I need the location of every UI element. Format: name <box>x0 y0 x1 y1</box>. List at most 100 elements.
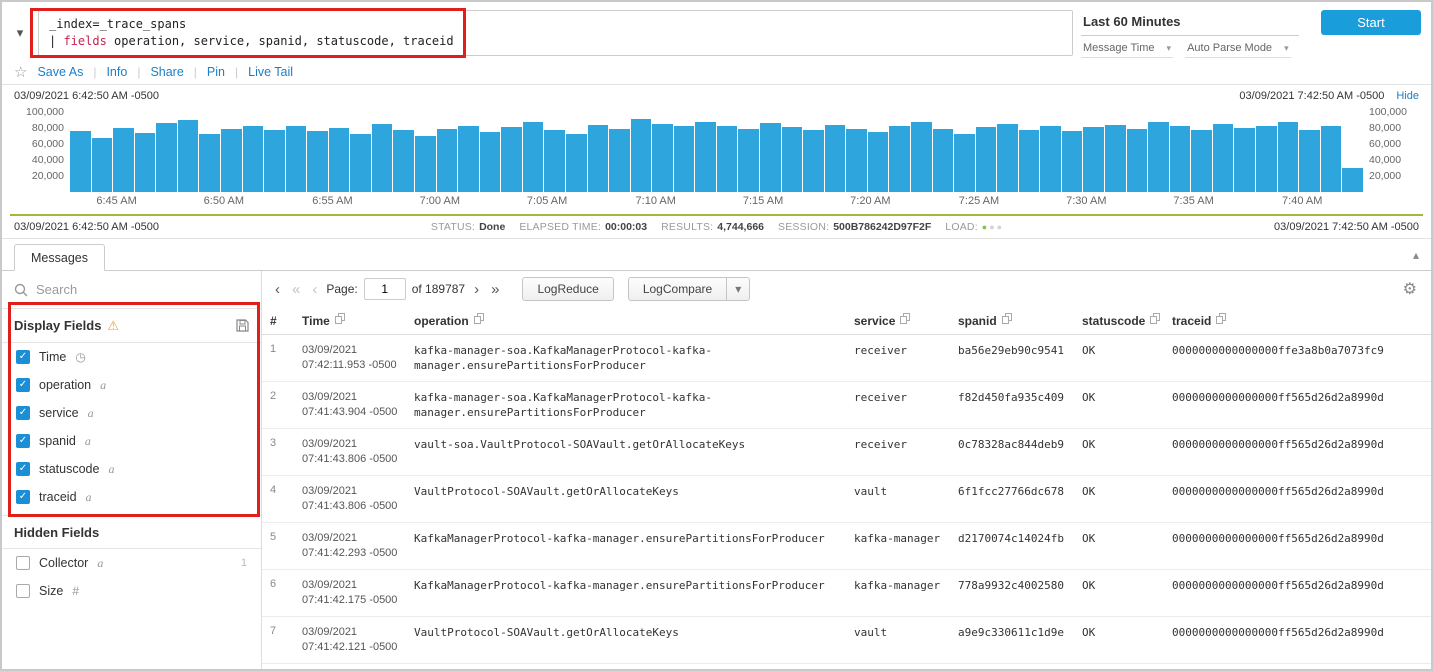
histogram-bar[interactable] <box>1278 122 1299 192</box>
histogram-bar[interactable] <box>1191 130 1212 192</box>
histogram-bar[interactable] <box>1083 127 1104 192</box>
histogram-bar[interactable] <box>1170 126 1191 192</box>
histogram-bar[interactable] <box>889 126 910 192</box>
histogram-bar[interactable] <box>1234 128 1255 192</box>
field-row-operation[interactable]: ✓operationa <box>2 371 261 399</box>
copy-icon[interactable] <box>1216 313 1226 327</box>
first-page-icon[interactable]: « <box>289 282 303 297</box>
copy-icon[interactable] <box>1150 313 1160 327</box>
checkbox-checked-icon[interactable]: ✓ <box>16 350 30 364</box>
histogram-bar[interactable] <box>782 127 803 192</box>
checkbox-checked-icon[interactable]: ✓ <box>16 462 30 476</box>
histogram-bar[interactable] <box>652 124 673 192</box>
histogram-bar[interactable] <box>372 124 393 192</box>
histogram-bar[interactable] <box>566 134 587 192</box>
histogram-bar[interactable] <box>846 129 867 192</box>
histogram-bar[interactable] <box>307 131 328 192</box>
field-search-input[interactable] <box>36 282 249 297</box>
message-time-select[interactable]: Message Time▾ <box>1081 41 1173 58</box>
histogram-bar[interactable] <box>199 134 220 192</box>
prev-page-icon[interactable]: ‹ <box>309 282 320 297</box>
histogram-bar[interactable] <box>717 126 738 192</box>
collapse-sidebar-icon[interactable]: ‹ <box>272 282 283 297</box>
toolbar-link-live-tail[interactable]: Live Tail <box>248 65 293 79</box>
histogram-bar[interactable] <box>264 130 285 192</box>
histogram-bar[interactable] <box>954 134 975 192</box>
table-row[interactable]: 503/09/202107:41:42.293 -0500KafkaManage… <box>262 523 1431 570</box>
table-row[interactable]: 403/09/202107:41:43.806 -0500VaultProtoc… <box>262 476 1431 523</box>
toolbar-link-pin[interactable]: Pin <box>207 65 225 79</box>
histogram-bar[interactable] <box>458 126 479 192</box>
histogram-bar[interactable] <box>868 132 889 192</box>
column-header-operation[interactable]: operation <box>406 307 846 335</box>
table-row[interactable]: 203/09/202107:41:43.904 -0500kafka-manag… <box>262 382 1431 429</box>
toolbar-link-info[interactable]: Info <box>106 65 127 79</box>
histogram-bar[interactable] <box>631 119 652 192</box>
table-row[interactable]: 103/09/202107:42:11.953 -0500kafka-manag… <box>262 335 1431 382</box>
column-header-service[interactable]: service <box>846 307 950 335</box>
histogram-bar[interactable] <box>544 130 565 192</box>
table-row[interactable]: 303/09/202107:41:43.806 -0500vault-soa.V… <box>262 429 1431 476</box>
histogram-bar[interactable] <box>113 128 134 192</box>
histogram-bar[interactable] <box>329 128 350 192</box>
histogram-bar[interactable] <box>1342 168 1363 192</box>
checkbox-checked-icon[interactable]: ✓ <box>16 406 30 420</box>
histogram-bar[interactable] <box>1148 122 1169 192</box>
copy-icon[interactable] <box>1002 313 1012 327</box>
histogram-bar[interactable] <box>911 122 932 192</box>
checkbox-checked-icon[interactable]: ✓ <box>16 378 30 392</box>
toolbar-link-save-as[interactable]: Save As <box>37 65 83 79</box>
time-range-selector[interactable]: Last 60 Minutes <box>1081 11 1299 36</box>
copy-icon[interactable] <box>900 313 910 327</box>
page-number-input[interactable] <box>364 278 406 300</box>
histogram-bar[interactable] <box>415 136 436 192</box>
histogram-bar[interactable] <box>609 129 630 192</box>
checkbox-unchecked-icon[interactable] <box>16 584 30 598</box>
column-header-spanid[interactable]: spanid <box>950 307 1074 335</box>
histogram-bar[interactable] <box>156 123 177 192</box>
auto-parse-mode-select[interactable]: Auto Parse Mode▾ <box>1185 41 1291 58</box>
histogram-bar[interactable] <box>1299 130 1320 192</box>
histogram-bar[interactable] <box>1062 131 1083 192</box>
toolbar-link-share[interactable]: Share <box>150 65 183 79</box>
histogram-bar[interactable] <box>178 120 199 192</box>
tab-messages[interactable]: Messages <box>14 244 105 271</box>
histogram-bar[interactable] <box>760 123 781 192</box>
histogram-bar[interactable] <box>588 125 609 192</box>
histogram-bar[interactable] <box>350 134 371 192</box>
histogram-bar[interactable] <box>1019 130 1040 192</box>
histogram-bar[interactable] <box>933 129 954 192</box>
histogram-bar[interactable] <box>243 126 264 192</box>
column-header-time[interactable]: Time <box>294 307 406 335</box>
favorite-star-icon[interactable]: ☆ <box>14 63 27 81</box>
field-row-size[interactable]: Size# <box>2 577 261 605</box>
save-fields-icon[interactable] <box>236 319 249 332</box>
field-row-service[interactable]: ✓servicea <box>2 399 261 427</box>
copy-icon[interactable] <box>335 313 345 327</box>
checkbox-unchecked-icon[interactable] <box>16 556 30 570</box>
histogram-bar[interactable] <box>997 124 1018 192</box>
next-page-icon[interactable]: › <box>471 282 482 297</box>
collapse-panel-icon[interactable]: ▴ <box>1413 248 1419 262</box>
histogram-bar[interactable] <box>976 127 997 192</box>
histogram-bar[interactable] <box>1127 129 1148 192</box>
checkbox-checked-icon[interactable]: ✓ <box>16 490 30 504</box>
field-row-spanid[interactable]: ✓spanida <box>2 427 261 455</box>
histogram-bar[interactable] <box>825 125 846 192</box>
column-header-num[interactable]: # <box>262 307 294 335</box>
histogram-bar[interactable] <box>1256 126 1277 192</box>
logcompare-button[interactable]: LogCompare <box>628 277 727 301</box>
histogram-bar[interactable] <box>501 127 522 192</box>
column-header-traceid[interactable]: traceid <box>1164 307 1431 335</box>
field-row-traceid[interactable]: ✓traceida <box>2 483 261 511</box>
hide-histogram-link[interactable]: Hide <box>1396 90 1419 102</box>
histogram-bar[interactable] <box>480 132 501 192</box>
field-row-collector[interactable]: Collectora1 <box>2 549 261 577</box>
table-row[interactable]: 703/09/202107:41:42.121 -0500VaultProtoc… <box>262 617 1431 664</box>
histogram-bar[interactable] <box>393 130 414 192</box>
histogram-bar[interactable] <box>803 130 824 192</box>
column-header-statuscode[interactable]: statuscode <box>1074 307 1164 335</box>
histogram-bar[interactable] <box>1040 126 1061 192</box>
histogram-bar[interactable] <box>70 131 91 192</box>
histogram-bar[interactable] <box>286 126 307 192</box>
